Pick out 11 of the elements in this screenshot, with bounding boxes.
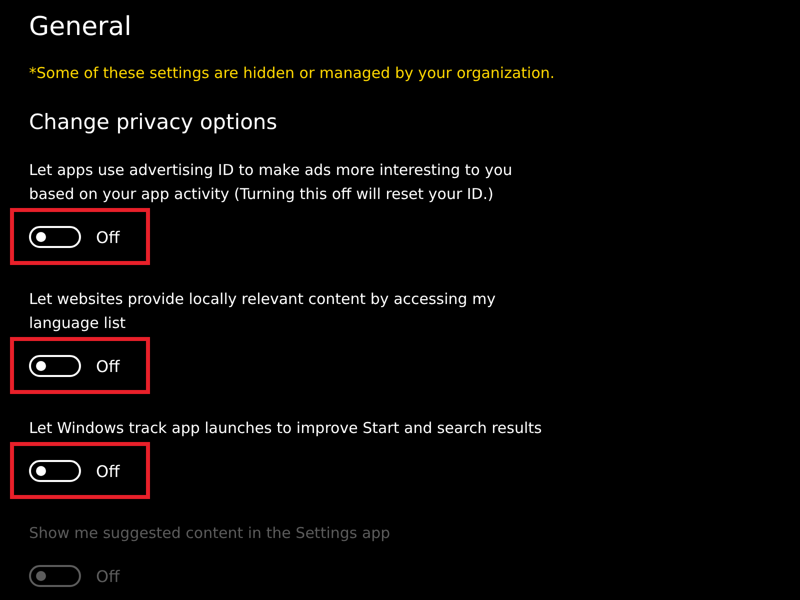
setting-label: Show me suggested content in the Settings app [29, 523, 392, 544]
toggle-state-label: Off [96, 462, 120, 480]
setting-label: Let apps use advertising ID to make ads more interesting to you based on your app activity (Turning this off will reset your ID.) [29, 160, 514, 205]
toggle-state-label: Off [96, 228, 120, 246]
toggle-state-label: Off [96, 566, 120, 586]
toggle-state-label: Off [96, 356, 120, 376]
setting-label: Let websites provide locally relevant content by accessing my language list [29, 289, 497, 334]
setting-label: Let Windows track app launches to improve Start and search results [29, 418, 543, 439]
policy-notice: *Some of these settings are hidden or managed by your organization. [29, 64, 556, 82]
section-title: Change privacy options [29, 110, 278, 134]
page-title: General [29, 11, 132, 44]
